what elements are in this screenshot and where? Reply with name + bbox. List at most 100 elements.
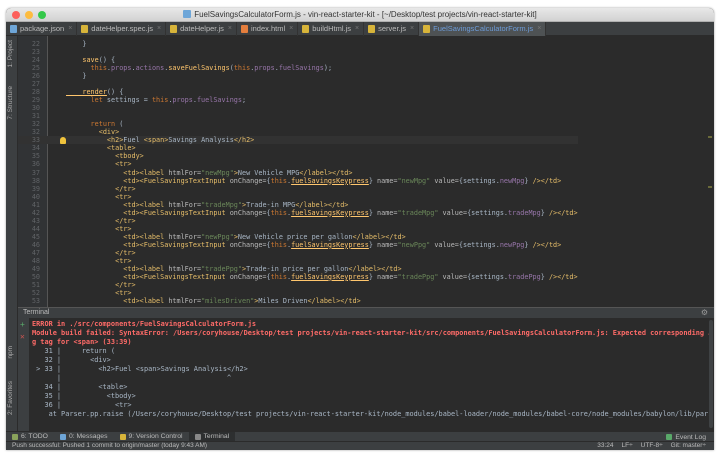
- editor-tab[interactable]: package.json ×: [6, 21, 78, 36]
- line-number: 46: [31, 240, 40, 249]
- code-line[interactable]: 53 <td><label htmlFor="milesDriven">Mile…: [18, 297, 578, 305]
- editor-tab[interactable]: FuelSavingsCalculatorForm.js ×: [419, 21, 547, 36]
- line-separator[interactable]: LF÷: [622, 442, 633, 450]
- code-editor[interactable]: 22 } 23 24 save() {25 this.props.actions.s…: [18, 36, 714, 307]
- code-line[interactable]: 29 let settings = this.props.fuelSavings…: [18, 96, 578, 104]
- close-terminal-icon[interactable]: ✕: [20, 332, 25, 341]
- tool-window-label: Terminal: [203, 433, 230, 440]
- close-tab-icon[interactable]: ×: [410, 25, 414, 32]
- code-line[interactable]: 51 </tr>: [18, 281, 578, 289]
- close-tab-icon[interactable]: ×: [228, 25, 232, 32]
- tool-window-button[interactable]: 9: Version Control: [114, 432, 189, 442]
- editor-tab[interactable]: dateHelper.js ×: [166, 21, 237, 36]
- project-tool-tab[interactable]: 1: Project: [7, 40, 14, 67]
- code-line[interactable]: 45 <td><label htmlFor="newPpg">New Vehic…: [18, 233, 578, 241]
- lightbulb-icon[interactable]: [60, 137, 66, 144]
- code-line[interactable]: 35 <tbody>: [18, 152, 578, 160]
- minimize-window-button[interactable]: [25, 11, 33, 19]
- code-line[interactable]: 40 <tr>: [18, 193, 578, 201]
- error-stripe-marker[interactable]: [708, 186, 712, 188]
- code-line[interactable]: 31: [18, 112, 578, 120]
- code-line[interactable]: 23: [18, 48, 578, 56]
- code-line[interactable]: 33 <h2>Fuel <span>Savings Analysis</h2>: [18, 136, 578, 145]
- code-line[interactable]: 50 <td><FuelSavingsTextInput onChange={t…: [18, 273, 578, 281]
- terminal-output[interactable]: ERROR in ./src/components/FuelSavingsCal…: [32, 320, 712, 419]
- close-window-button[interactable]: [12, 11, 20, 19]
- code-line[interactable]: 34 <table>: [18, 144, 578, 152]
- code-line[interactable]: 44 <tr>: [18, 225, 578, 233]
- caret-position[interactable]: 33:24: [597, 442, 613, 450]
- code-line[interactable]: 43 </tr>: [18, 217, 578, 225]
- npm-tool-tab[interactable]: npm: [7, 346, 14, 359]
- code-text: render() {: [66, 88, 123, 96]
- close-tab-icon[interactable]: ×: [68, 25, 72, 32]
- code-token: <h2>: [66, 136, 124, 145]
- editor-tab[interactable]: server.js ×: [364, 21, 420, 36]
- code-line[interactable]: 47 </tr>: [18, 249, 578, 257]
- code-line[interactable]: 25 this.props.actions.saveFuelSavings(th…: [18, 64, 578, 72]
- code-line[interactable]: 46 <td><FuelSavingsTextInput onChange={t…: [18, 241, 578, 249]
- close-tab-icon[interactable]: ×: [289, 25, 293, 32]
- editor-tab[interactable]: dateHelper.spec.js ×: [77, 21, 167, 36]
- code-line[interactable]: 41 <td><label htmlFor="tradeMpg">Trade-i…: [18, 201, 578, 209]
- file-encoding[interactable]: UTF-8÷: [641, 442, 663, 450]
- error-stripe-marker[interactable]: [708, 136, 712, 138]
- code-token: <span>: [143, 136, 169, 145]
- code-line[interactable]: 42 <td><FuelSavingsTextInput onChange={t…: [18, 209, 578, 217]
- code-line[interactable]: 22 }: [18, 40, 578, 48]
- code-line[interactable]: 36 <tr>: [18, 160, 578, 168]
- code-line[interactable]: 27: [18, 80, 578, 88]
- code-text: <div>: [66, 128, 119, 136]
- code-area[interactable]: 22 } 23 24 save() {25 this.props.actions.s…: [18, 40, 578, 305]
- code-line[interactable]: 30: [18, 104, 578, 112]
- editor-tab-label: buildHtml.js: [312, 24, 352, 33]
- code-line[interactable]: 26 }: [18, 72, 578, 80]
- terminal-panel[interactable]: + ✕ ERROR in ./src/components/FuelSaving…: [18, 318, 714, 431]
- gear-icon[interactable]: ⚙: [701, 308, 708, 318]
- close-tab-icon[interactable]: ×: [355, 25, 359, 32]
- code-token: }: [368, 240, 378, 249]
- code-token: <td><label: [66, 297, 169, 305]
- editor-tab[interactable]: buildHtml.js ×: [298, 21, 365, 36]
- line-number: 30: [31, 104, 40, 113]
- code-line[interactable]: 37 <td><label htmlFor="newMpg">New Vehic…: [18, 169, 578, 177]
- code-token: render: [66, 88, 107, 97]
- tool-window-button[interactable]: 6: TODO: [6, 432, 54, 442]
- terminal-line: > 33 | <h2>Fuel <span>Savings Analysis</…: [32, 365, 248, 373]
- code-token: "newPpg": [397, 240, 431, 249]
- tool-window-label: 0: Messages: [68, 433, 108, 440]
- favorites-tool-tab[interactable]: 2: Favorites: [7, 381, 14, 415]
- tool-window-button[interactable]: 0: Messages: [54, 432, 114, 442]
- close-tab-icon[interactable]: ×: [537, 25, 541, 32]
- code-line[interactable]: 52 <tr>: [18, 289, 578, 297]
- code-line[interactable]: 38 <td><FuelSavingsTextInput onChange={t…: [18, 177, 578, 185]
- left-tool-strip: 1: Project 7: Structure npm 2: Favorites: [6, 36, 18, 436]
- code-token: <td><FuelSavingsTextInput: [66, 240, 230, 249]
- close-tab-icon[interactable]: ×: [157, 25, 161, 32]
- code-line[interactable]: 28 render() {: [18, 88, 578, 96]
- code-line[interactable]: 32 return (: [18, 120, 578, 128]
- code-token: name=: [377, 208, 398, 217]
- code-token: {settings.: [458, 240, 500, 249]
- code-line[interactable]: 24 save() {: [18, 56, 578, 64]
- tool-window-bar: 6: TODO 0: Messages 9: Version Control Term…: [6, 431, 714, 442]
- editor-tab[interactable]: index.html ×: [237, 21, 299, 36]
- code-token: ;: [241, 96, 247, 105]
- code-line[interactable]: 32 <div>: [18, 128, 578, 136]
- code-token: Fuel: [123, 136, 144, 145]
- code-line[interactable]: 49 <td><label htmlFor="tradePpg">Trade-i…: [18, 265, 578, 273]
- code-token: <table>: [66, 144, 136, 153]
- add-terminal-icon[interactable]: +: [20, 320, 25, 329]
- tool-window-button[interactable]: Terminal: [188, 431, 236, 442]
- terminal-scrollbar[interactable]: [709, 320, 713, 428]
- zoom-window-button[interactable]: [38, 11, 46, 19]
- git-branch[interactable]: Git: master÷: [671, 442, 706, 450]
- code-line[interactable]: 39 </tr>: [18, 185, 578, 193]
- structure-tool-tab[interactable]: 7: Structure: [7, 86, 14, 120]
- code-text: <tr>: [66, 160, 131, 168]
- file-icon: [183, 10, 192, 18]
- line-number: 23: [31, 48, 40, 57]
- terminal-toolbar: + ✕: [18, 318, 30, 431]
- code-line[interactable]: 48 <tr>: [18, 257, 578, 265]
- code-token: this: [270, 272, 287, 281]
